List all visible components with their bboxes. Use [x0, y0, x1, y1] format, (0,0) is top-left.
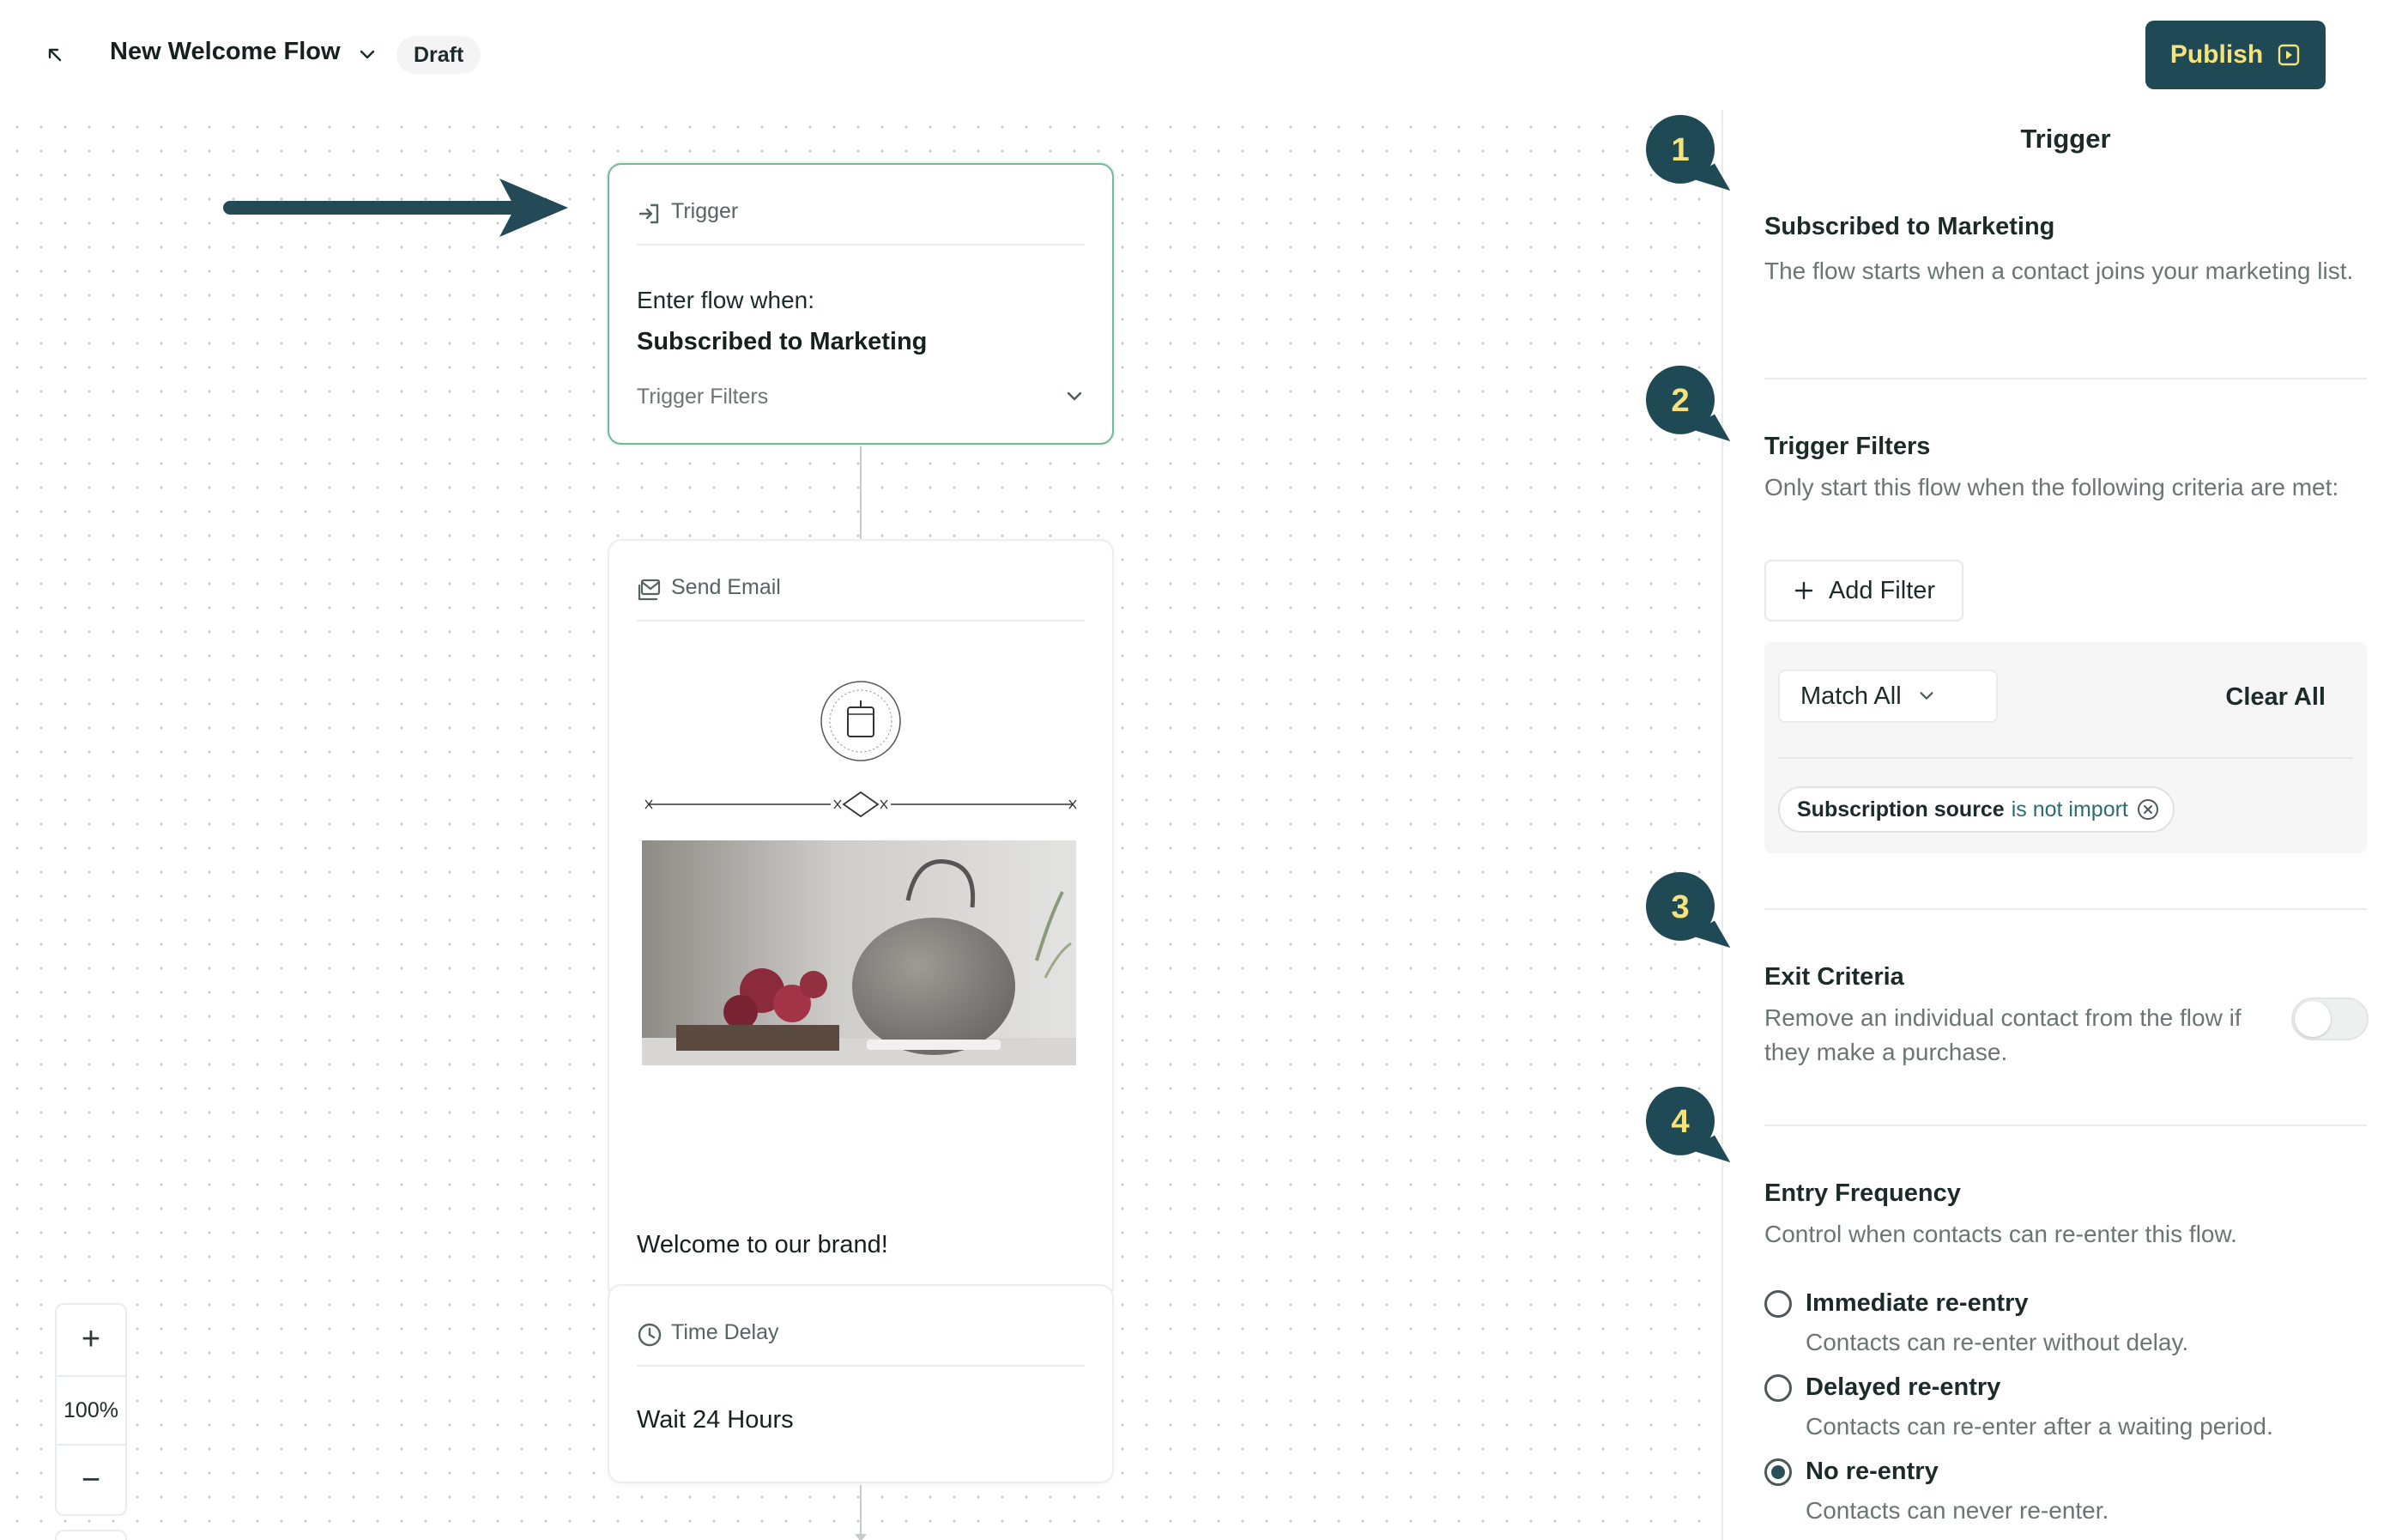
time-delay-value: Wait 24 Hours: [637, 1406, 794, 1434]
match-select-value: Match All: [1800, 682, 1902, 710]
radio-desc: Contacts can never re-enter.: [1806, 1497, 2109, 1524]
annotation-number: 2: [1671, 382, 1689, 419]
radio-desc: Contacts can re-enter without delay.: [1806, 1329, 2189, 1355]
exit-criteria-toggle[interactable]: [2291, 997, 2369, 1040]
remove-filter-icon[interactable]: [2135, 797, 2161, 822]
trigger-filters-label: Trigger Filters: [637, 384, 769, 409]
plus-icon: [1794, 581, 1813, 600]
annotation-badge: 1: [1646, 114, 1731, 191]
frequency-section-desc: Control when contacts can re-enter this …: [1764, 1221, 2237, 1247]
email-headline: Welcome to our brand!: [637, 1231, 888, 1258]
panel-title: Trigger: [2020, 124, 2111, 154]
email-icon: [638, 579, 661, 601]
ornament-divider: [644, 791, 1077, 818]
filter-chip-key: Subscription source: [1797, 797, 2005, 822]
radio-button-checked[interactable]: [1764, 1458, 1792, 1486]
hero-image: [642, 840, 1076, 1065]
time-delay-node-label: Time Delay: [671, 1320, 779, 1344]
top-bar: New Welcome Flow Draft Publish: [0, 0, 2408, 110]
annotation-badge: 4: [1646, 1086, 1731, 1163]
add-filter-label: Add Filter: [1828, 576, 1936, 604]
trigger-filters-toggle[interactable]: Trigger Filters: [637, 379, 1085, 414]
radio-button[interactable]: [1764, 1373, 1792, 1402]
flow-menu-toggle[interactable]: [350, 38, 384, 72]
annotation-badge: 2: [1646, 365, 1731, 442]
section-divider: [1764, 1125, 2367, 1126]
chevron-down-icon: [1067, 391, 1082, 401]
filters-section-title: Trigger Filters: [1764, 433, 1931, 460]
enter-icon: [638, 203, 659, 224]
chevron-down-icon: [360, 50, 375, 59]
clock-icon: [638, 1323, 662, 1347]
send-email-node[interactable]: Send Email Welcome to our brand!: [608, 539, 1114, 1300]
annotation-badge: 3: [1646, 871, 1731, 949]
time-delay-node[interactable]: Time Delay Wait 24 Hours: [608, 1284, 1114, 1483]
annotation-number: 1: [1671, 131, 1689, 168]
filter-chip[interactable]: Subscription source is not import: [1778, 786, 2175, 833]
filters-section-desc: Only start this flow when the following …: [1764, 474, 2339, 500]
trigger-section-desc: The flow starts when a contact joins you…: [1764, 258, 2354, 284]
connector-line: [855, 1485, 867, 1540]
radio-label: Delayed re-entry: [1806, 1373, 2001, 1401]
zoom-in-button[interactable]: +: [57, 1305, 125, 1373]
filter-divider: [1778, 757, 2353, 759]
flow-title[interactable]: New Welcome Flow: [110, 38, 341, 66]
back-button[interactable]: [34, 34, 76, 76]
pointer-arrow-icon: [223, 179, 568, 237]
brand-logo: [820, 681, 901, 761]
radio-button[interactable]: [1764, 1289, 1792, 1318]
annotation-number: 3: [1671, 888, 1689, 925]
send-email-node-label: Send Email: [671, 575, 781, 599]
match-select[interactable]: Match All: [1778, 670, 1998, 723]
exit-section-title: Exit Criteria: [1764, 963, 1904, 991]
radio-immediate-reentry[interactable]: Immediate re-entry: [1764, 1289, 2029, 1318]
publish-button[interactable]: Publish: [2145, 21, 2326, 89]
add-filter-button[interactable]: Add Filter: [1764, 560, 1963, 621]
clear-all-button[interactable]: Clear All: [2225, 683, 2326, 712]
zoom-controls: + 100% −: [55, 1303, 127, 1516]
radio-no-reentry[interactable]: No re-entry: [1764, 1458, 1939, 1486]
fit-view-button[interactable]: [55, 1530, 127, 1540]
trigger-section-title: Subscribed to Marketing: [1764, 213, 2055, 240]
zoom-out-button[interactable]: −: [57, 1446, 125, 1514]
trigger-settings-panel: Trigger Subscribed to Marketing The flow…: [1723, 110, 2408, 1540]
trigger-node[interactable]: Trigger Enter flow when: Subscribed to M…: [608, 163, 1114, 445]
publish-icon: [2278, 44, 2300, 66]
trigger-node-header: Trigger: [637, 199, 1085, 246]
radio-label: No re-entry: [1806, 1458, 1939, 1485]
send-email-node-header: Send Email: [637, 575, 1085, 621]
trigger-enter-text: Enter flow when:: [637, 287, 814, 313]
zoom-level: 100%: [57, 1375, 125, 1446]
trigger-node-label: Trigger: [671, 199, 739, 223]
publish-label: Publish: [2169, 40, 2264, 69]
radio-desc: Contacts can re-enter after a waiting pe…: [1806, 1413, 2273, 1440]
annotation-number: 4: [1671, 1103, 1690, 1140]
email-preview: [642, 678, 1080, 1159]
frequency-section-title: Entry Frequency: [1764, 1179, 1961, 1207]
radio-label: Immediate re-entry: [1806, 1289, 2029, 1317]
arrow-up-left-icon: [48, 48, 62, 62]
trigger-value: Subscribed to Marketing: [637, 328, 928, 355]
time-delay-node-header: Time Delay: [637, 1320, 1085, 1367]
exit-section-desc: Remove an individual contact from the fl…: [1764, 1004, 2242, 1065]
chevron-down-icon: [1920, 692, 1933, 700]
status-badge: Draft: [396, 36, 481, 74]
section-divider: [1764, 378, 2367, 379]
filter-chip-value: is not import: [2011, 797, 2128, 822]
section-divider: [1764, 908, 2367, 910]
radio-delayed-reentry[interactable]: Delayed re-entry: [1764, 1373, 2000, 1402]
filter-group: Match All Clear All Subscription source …: [1764, 642, 2367, 853]
flow-canvas[interactable]: Trigger Enter flow when: Subscribed to M…: [0, 110, 1721, 1540]
